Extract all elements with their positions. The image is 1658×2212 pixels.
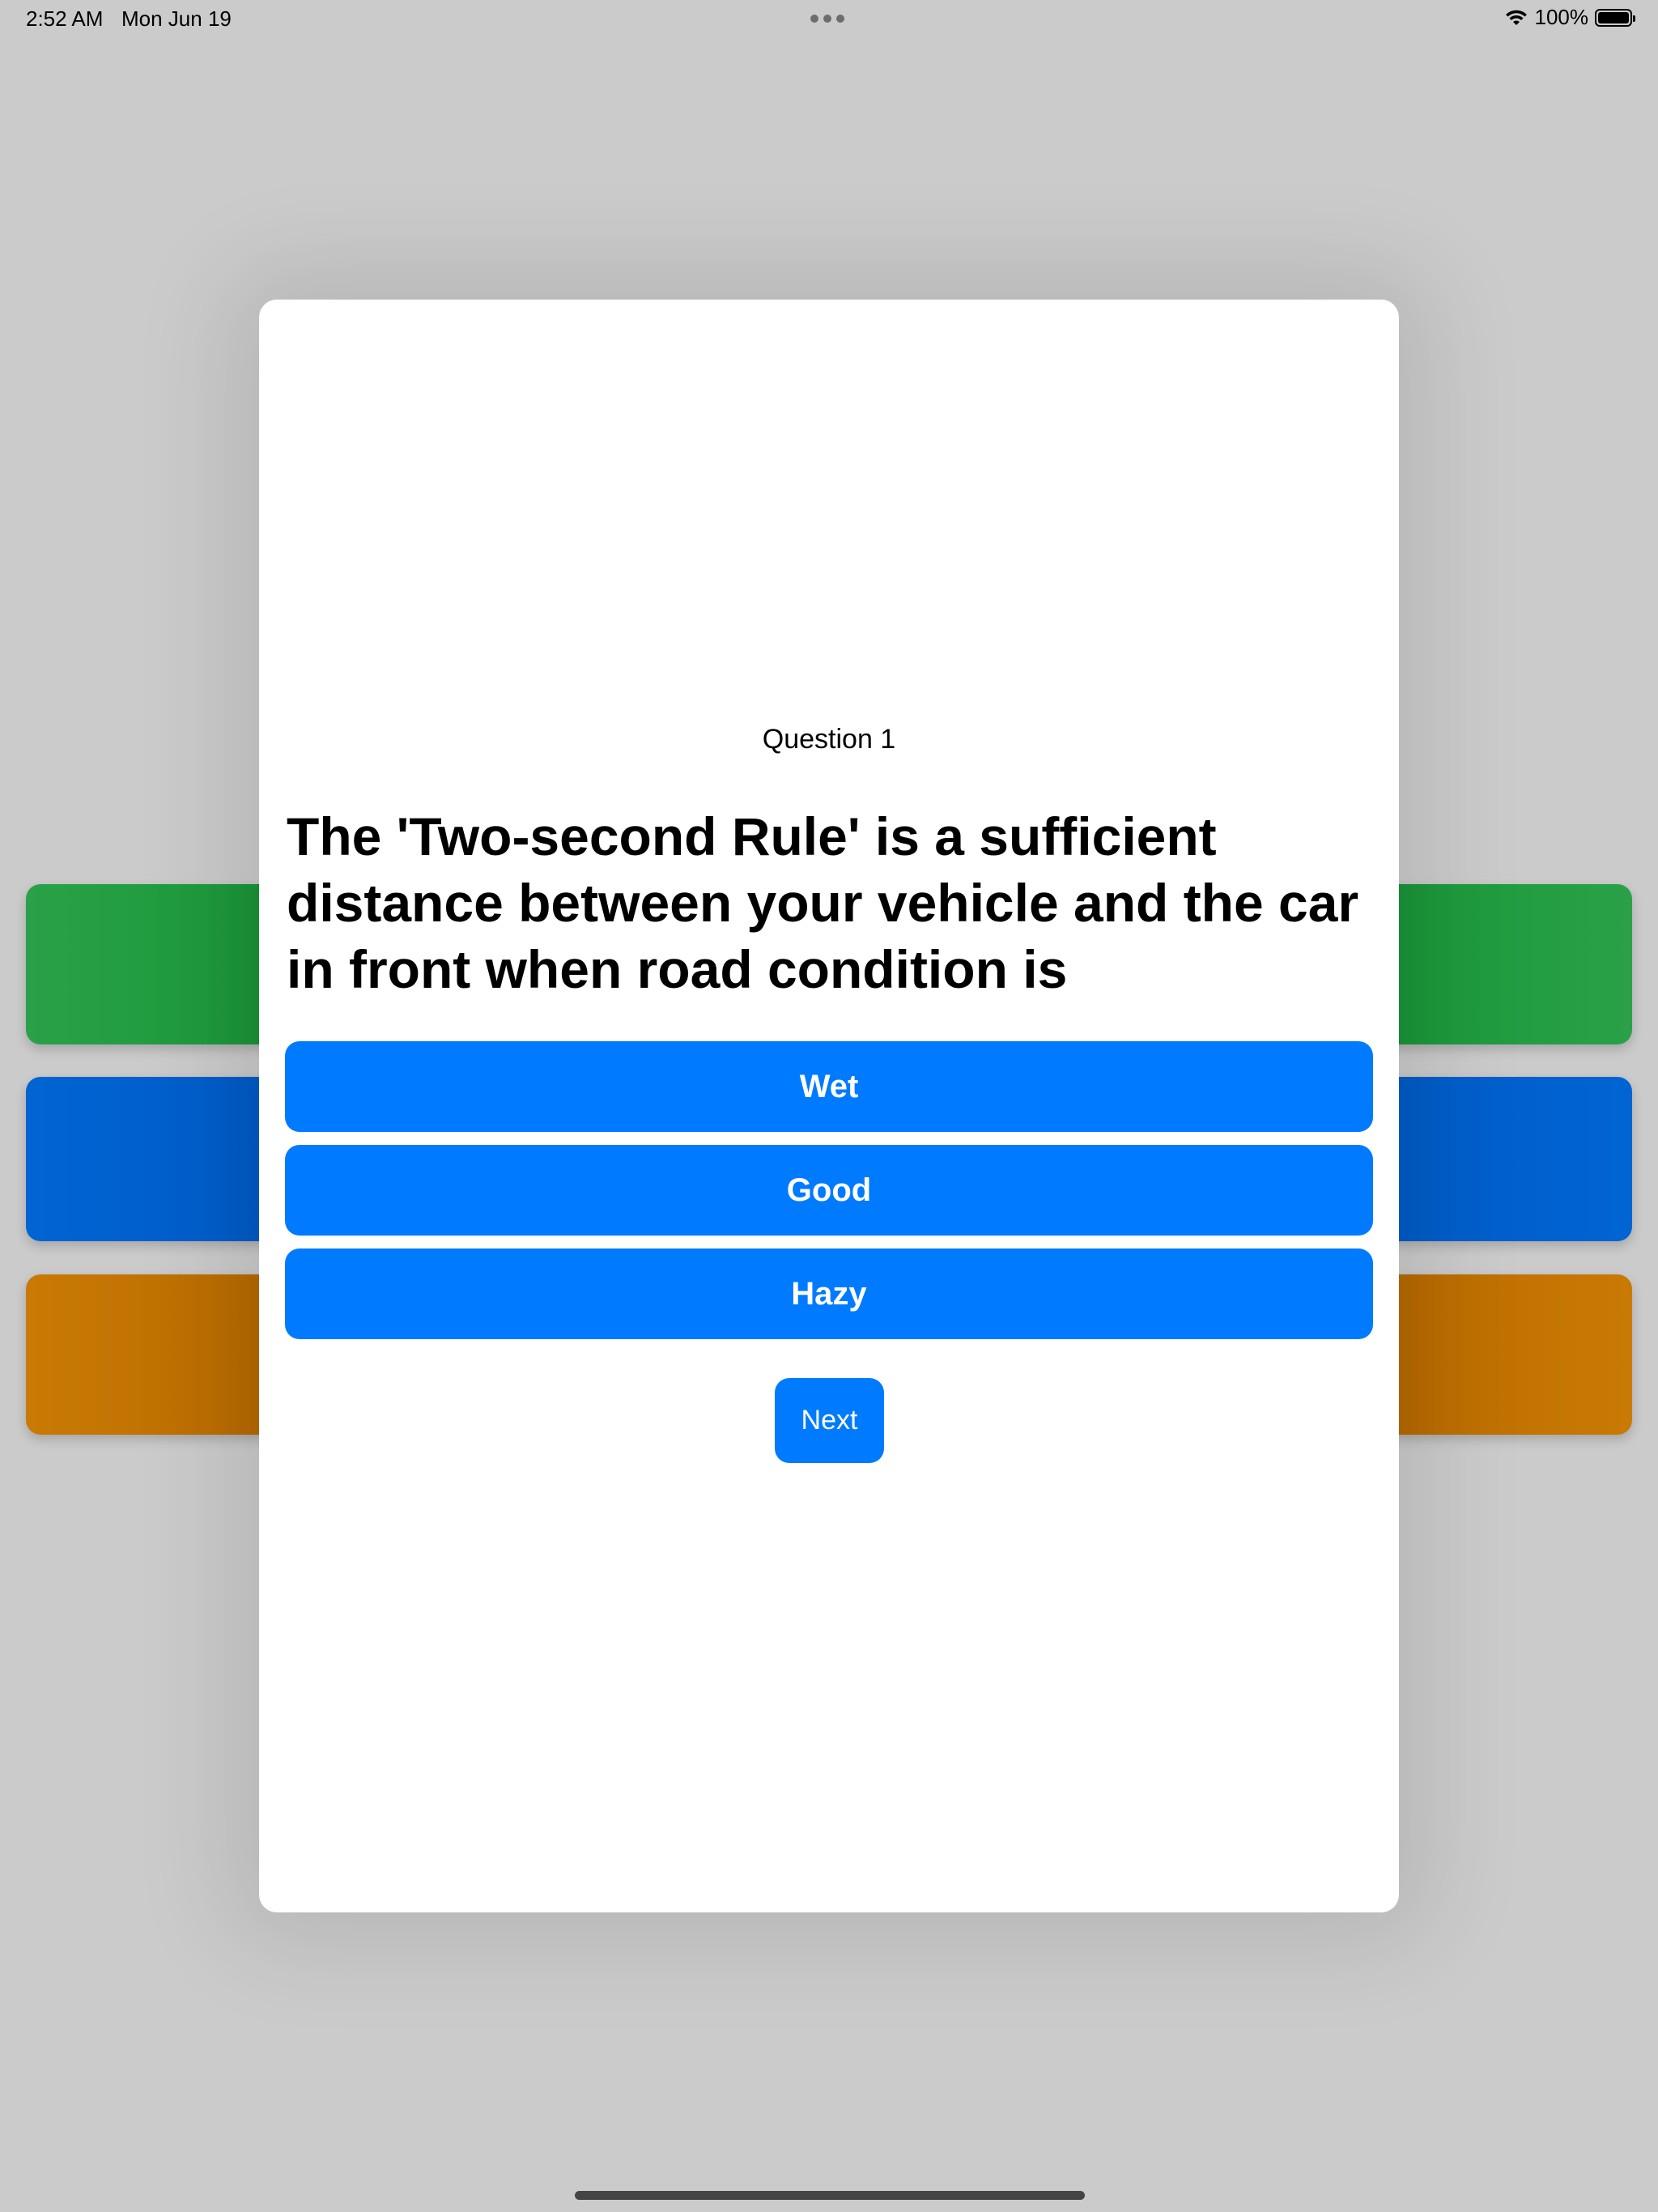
next-button[interactable]: Next <box>775 1378 884 1463</box>
battery-percent: 100% <box>1534 5 1589 29</box>
home-indicator[interactable] <box>575 2191 1085 2200</box>
question-number: Question 1 <box>762 724 896 755</box>
wifi-icon <box>1504 9 1528 27</box>
answer-button-wet[interactable]: Wet <box>285 1041 1373 1132</box>
quiz-card: Question 1 The 'Two-second Rule' is a su… <box>259 300 1399 1912</box>
status-date: Mon Jun 19 <box>121 6 232 31</box>
status-time: 2:52 AM <box>26 6 104 31</box>
battery-fill <box>1598 11 1629 23</box>
answer-button-good[interactable]: Good <box>285 1145 1373 1236</box>
status-right: 100% <box>1504 5 1635 30</box>
answer-button-hazy[interactable]: Hazy <box>285 1249 1373 1339</box>
battery-icon <box>1595 8 1635 27</box>
multitasking-dots-icon[interactable] <box>810 15 844 23</box>
status-bar: 2:52 AM Mon Jun 19 100% <box>0 0 1658 39</box>
question-text: The 'Two-second Rule' is a sufficient di… <box>287 806 1359 999</box>
